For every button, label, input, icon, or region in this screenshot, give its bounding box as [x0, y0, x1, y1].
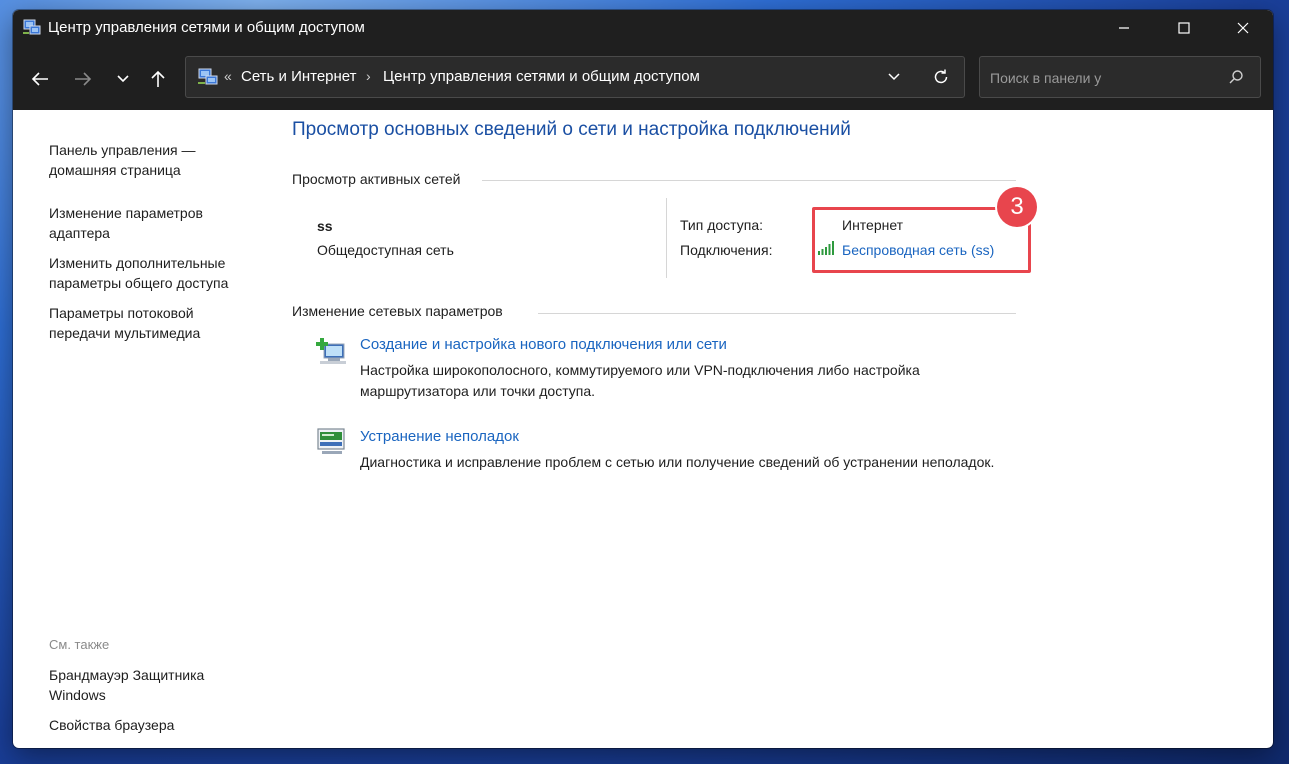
close-button[interactable] [1213, 10, 1273, 46]
sidebar-link-sharing-settings[interactable]: Изменить дополнительные параметры общего… [49, 253, 259, 293]
maximize-button[interactable] [1154, 10, 1214, 46]
sidebar: Панель управления — домашняя страница Из… [13, 110, 273, 748]
up-button[interactable] [143, 64, 173, 94]
back-button[interactable] [25, 64, 55, 94]
active-networks-heading: Просмотр активных сетей [292, 171, 461, 187]
address-dropdown-button[interactable] [882, 65, 906, 89]
network-profile-link: Общедоступная сеть [317, 242, 454, 258]
chevron-down-icon [888, 73, 900, 81]
highlight-annotation [812, 207, 1031, 273]
step-badge: 3 [997, 187, 1037, 227]
see-also-label: См. также [49, 637, 110, 652]
arrow-up-icon [151, 70, 165, 87]
close-icon [1237, 22, 1249, 34]
network-center-icon [198, 68, 218, 85]
search-input[interactable] [988, 65, 1222, 91]
minimize-button[interactable] [1094, 10, 1154, 46]
troubleshoot-icon[interactable] [316, 425, 348, 457]
sidebar-link-adapter-settings[interactable]: Изменение параметров адаптера [49, 203, 249, 243]
page-title: Просмотр основных сведений о сети и наст… [292, 119, 851, 140]
recent-locations-button[interactable] [108, 64, 138, 94]
troubleshoot-link[interactable]: Устранение неполадок [360, 428, 519, 445]
address-overflow[interactable]: « [224, 68, 232, 84]
sidebar-link-firewall[interactable]: Брандмауэр Защитника Windows [49, 665, 229, 705]
new-connection-description: Настройка широкополосного, коммутируемог… [360, 362, 920, 399]
breadcrumb-network-internet[interactable]: Сеть и Интернет [241, 68, 357, 85]
section-divider [482, 180, 1016, 181]
address-bar[interactable]: « Сеть и Интернет › Центр управления сет… [185, 56, 965, 98]
control-panel-window: Центр управления сетями и общим доступом [13, 10, 1273, 748]
network-center-icon [23, 19, 41, 35]
sidebar-link-browser-properties[interactable]: Свойства браузера [49, 715, 249, 735]
refresh-icon [934, 69, 948, 84]
sidebar-link-control-panel-home[interactable]: Панель управления — домашняя страница [49, 140, 249, 180]
breadcrumb-separator[interactable]: › [366, 68, 371, 84]
breadcrumb-network-center[interactable]: Центр управления сетями и общим доступом [383, 68, 700, 85]
navigation-bar: « Сеть и Интернет › Центр управления сет… [13, 46, 1273, 110]
network-name: ss [317, 218, 333, 234]
search-icon[interactable] [1228, 69, 1244, 85]
new-connection-link[interactable]: Создание и настройка нового подключения … [360, 336, 727, 353]
section-divider [538, 313, 1016, 314]
minimize-icon [1119, 27, 1129, 29]
refresh-button[interactable] [929, 65, 953, 89]
title-bar: Центр управления сетями и общим доступом [13, 10, 1273, 46]
chevron-down-icon [117, 75, 129, 83]
arrow-left-icon [31, 72, 48, 86]
window-title: Центр управления сетями и общим доступом [48, 19, 365, 36]
search-box[interactable] [979, 56, 1261, 98]
connections-label: Подключения: [680, 242, 773, 258]
maximize-icon [1178, 22, 1190, 34]
access-type-label: Тип доступа: [680, 217, 764, 233]
troubleshoot-description: Диагностика и исправление проблем с сеть… [360, 454, 995, 470]
vertical-divider [666, 198, 667, 278]
sidebar-link-media-streaming[interactable]: Параметры потоковой передачи мультимедиа [49, 303, 249, 343]
new-connection-icon[interactable] [316, 334, 348, 366]
arrow-right-icon [75, 72, 92, 86]
main-content: Просмотр основных сведений о сети и наст… [292, 110, 1252, 748]
forward-button[interactable] [68, 64, 98, 94]
change-settings-heading: Изменение сетевых параметров [292, 303, 503, 319]
